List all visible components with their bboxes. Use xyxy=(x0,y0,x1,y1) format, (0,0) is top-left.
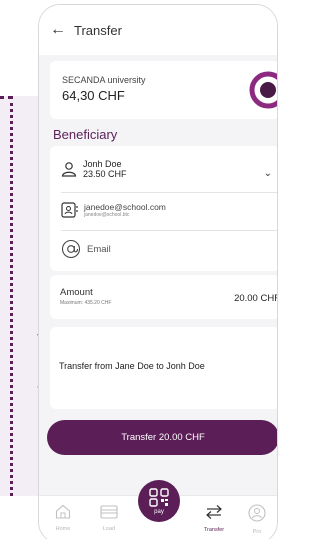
beneficiary-title: Beneficiary xyxy=(53,127,118,142)
message-text: Transfer from Jane Doe to Jonh Doe xyxy=(59,361,205,371)
home-icon xyxy=(55,504,71,519)
app-bar: ← Transfer xyxy=(39,5,277,55)
nav-item-profile[interactable]: Pro xyxy=(237,504,277,535)
nav-label-pay: pay xyxy=(154,508,164,515)
at-sign-icon xyxy=(61,239,81,259)
account-name: SECANDA university xyxy=(62,75,146,85)
nav-label-transfer: Transfer xyxy=(203,527,225,533)
beneficiary-email-secondary: janedoe@school.btc xyxy=(84,212,130,218)
back-arrow-icon[interactable]: ← xyxy=(50,21,66,39)
nav-label-home: Home xyxy=(55,526,71,532)
account-card: SECANDA university 64,30 CHF xyxy=(50,61,277,119)
transfer-button[interactable]: Transfer 20.00 CHF xyxy=(47,420,277,455)
contact-card-icon xyxy=(61,202,78,218)
chevron-down-icon[interactable]: ⌄ xyxy=(264,168,272,179)
beneficiary-name: Jonh Doe xyxy=(83,159,122,169)
page-title: Transfer xyxy=(74,22,122,38)
decorative-dotted-line xyxy=(10,96,13,496)
transfer-arrows-icon xyxy=(206,505,222,519)
nav-label-profile: Pro xyxy=(252,529,262,535)
bottom-nav: Home Load pay Transfer Pro xyxy=(39,480,277,539)
beneficiary-amount: 23.50 CHF xyxy=(83,169,127,179)
beneficiary-card: Jonh Doe 23.50 CHF ⌄ janedoe@school.com … xyxy=(50,146,277,271)
beneficiary-email: janedoe@school.com xyxy=(84,202,166,212)
nav-item-home[interactable]: Home xyxy=(43,504,83,532)
wallet-icon xyxy=(100,505,118,519)
message-field[interactable]: Transfer from Jane Doe to Jonh Doe xyxy=(50,327,277,409)
email-field[interactable]: Email xyxy=(61,239,111,259)
qr-code-icon xyxy=(149,487,169,507)
background-panel xyxy=(0,96,40,496)
divider xyxy=(61,192,277,193)
person-icon xyxy=(61,162,77,177)
pay-button[interactable]: pay xyxy=(138,480,180,522)
secanda-logo-icon xyxy=(249,71,277,109)
account-balance: 64,30 CHF xyxy=(62,88,125,103)
email-field-label: Email xyxy=(87,243,111,255)
nav-item-transfer[interactable]: Transfer xyxy=(194,504,234,533)
nav-item-load[interactable]: Load xyxy=(89,504,129,532)
beneficiary-selector[interactable]: Jonh Doe 23.50 CHF xyxy=(61,159,127,179)
divider xyxy=(61,230,277,231)
beneficiary-contact: janedoe@school.com janedoe@school.btc xyxy=(61,201,166,219)
nav-label-load: Load xyxy=(102,526,116,532)
amount-value: 20.00 CHF xyxy=(234,293,278,304)
profile-icon xyxy=(248,504,266,522)
amount-field[interactable]: Amount Maximum: 435.20 CHF 20.00 CHF xyxy=(50,275,278,319)
phone-frame: ← Transfer SECANDA university 64,30 CHF … xyxy=(38,4,278,539)
